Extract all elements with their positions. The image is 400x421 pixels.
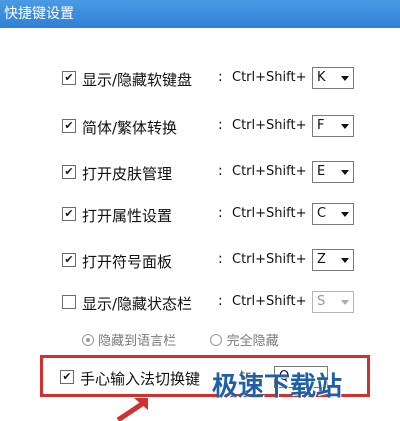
shortcut-row-properties: 打开属性设置 : Ctrl+Shift+ C <box>62 203 362 226</box>
key-value: F <box>317 118 325 133</box>
modifier-text: Ctrl+Shift+ <box>232 206 307 221</box>
key-select-symbols[interactable]: Z <box>312 249 354 271</box>
statusbar-radio-group: 隐藏到语言栏 完全隐藏 <box>82 330 279 349</box>
colon: : <box>218 69 223 85</box>
checkbox-skin[interactable] <box>62 165 76 179</box>
key-value: C <box>317 206 327 221</box>
key-value: E <box>317 164 326 179</box>
modifier-text: Ctrl+Shift+ <box>232 294 307 309</box>
checkbox-traditional[interactable] <box>62 119 76 133</box>
window-title: 快捷键设置 <box>4 6 74 22</box>
shortcut-row-statusbar: 显示/隐藏状态栏 : Ctrl+Shift+ S <box>62 291 362 314</box>
colon: : <box>218 293 223 309</box>
chevron-down-icon <box>341 258 349 263</box>
key-value: K <box>317 70 326 85</box>
chevron-down-icon <box>341 300 349 305</box>
shortcut-row-skin: 打开皮肤管理 : Ctrl+Shift+ E <box>62 161 362 184</box>
shortcut-label: 显示/隐藏软键盘 <box>82 71 193 89</box>
key-select-statusbar[interactable]: S <box>312 291 354 313</box>
colon: : <box>218 163 223 179</box>
shortcut-row-softkeyboard: 显示/隐藏软键盘 : Ctrl+Shift+ K <box>62 67 362 90</box>
key-select-skin[interactable]: E <box>312 161 354 183</box>
radio-label-hide-completely: 完全隐藏 <box>226 334 279 349</box>
colon: : <box>218 117 223 133</box>
checkbox-handwriting[interactable] <box>60 370 74 384</box>
modifier-text: Ctrl+Shift+ <box>232 70 307 85</box>
chevron-down-icon <box>341 170 349 175</box>
modifier-text: Ctrl+Shift+ <box>232 252 307 267</box>
shortcut-label: 打开符号面板 <box>82 253 173 271</box>
shortcut-label: 打开属性设置 <box>82 207 173 225</box>
key-value: S <box>317 294 326 309</box>
shortcut-row-symbols: 打开符号面板 : Ctrl+Shift+ Z <box>62 249 362 272</box>
key-value: Z <box>317 252 326 267</box>
arrow-pointer-icon <box>116 398 148 421</box>
key-select-traditional[interactable]: F <box>312 115 354 137</box>
colon: : <box>218 205 223 221</box>
shortcut-label: 打开皮肤管理 <box>82 165 173 183</box>
key-select-softkeyboard[interactable]: K <box>312 67 354 89</box>
window-title-bar: 快捷键设置 <box>0 0 400 28</box>
key-select-properties[interactable]: C <box>312 203 354 225</box>
radio-hide-to-langbar[interactable] <box>82 334 94 346</box>
checkbox-symbols[interactable] <box>62 253 76 267</box>
modifier-text: Ctrl+Shift+ <box>232 164 307 179</box>
checkbox-statusbar[interactable] <box>62 295 76 309</box>
colon: : <box>218 251 223 267</box>
radio-hide-completely[interactable] <box>210 334 223 346</box>
checkbox-properties[interactable] <box>62 207 76 221</box>
checkbox-softkeyboard[interactable] <box>62 71 76 85</box>
chevron-down-icon <box>341 76 349 81</box>
chevron-down-icon <box>341 124 349 129</box>
shortcut-label: 显示/隐藏状态栏 <box>82 295 193 313</box>
chevron-down-icon <box>341 212 349 217</box>
shortcut-row-traditional: 简体/繁体转换 : Ctrl+Shift+ F <box>62 115 362 138</box>
shortcut-label: 简体/繁体转换 <box>82 119 178 137</box>
handwriting-label: 手心输入法切换键 <box>80 370 201 388</box>
radio-label-hide-to-langbar: 隐藏到语言栏 <box>98 334 177 349</box>
modifier-text: Ctrl+Shift+ <box>232 118 307 133</box>
watermark-logo: 极速下载站 <box>212 372 343 402</box>
